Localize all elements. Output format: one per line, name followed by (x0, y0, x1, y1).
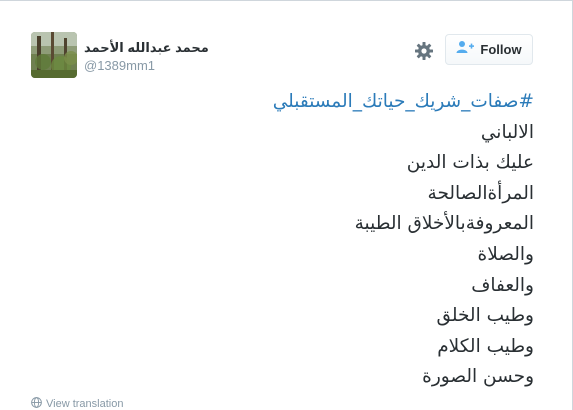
globe-icon (31, 397, 42, 410)
tweet-line: عليك بذات الدين (406, 152, 534, 174)
tweet-line: المرأةالصالحة (427, 182, 534, 204)
tweet-line: المعروفةبالأخلاق الطيبة (354, 213, 534, 235)
tweet-line: وطيب الكلام (437, 335, 534, 357)
hashtag-link[interactable]: #صفات_شريك_حياتك_المستقبلي (34, 87, 534, 118)
follow-label: Follow (480, 42, 522, 57)
gear-icon[interactable] (412, 39, 436, 63)
display-name[interactable]: محمد عبدالله الأحمد (84, 40, 209, 56)
follow-button[interactable]: Follow (445, 34, 533, 65)
view-translation-label: View translation (46, 398, 124, 410)
tweet-line: وطيب الخلق (436, 305, 534, 327)
tweet-card: محمد عبدالله الأحمد @1389mm1 Follow #صفا… (0, 0, 573, 410)
tweet-text: #صفات_شريك_حياتك_المستقبلي الالباني عليك… (34, 87, 534, 393)
follow-person-plus-icon (456, 40, 475, 59)
tweet-line: والصلاة (477, 243, 535, 265)
tweet-line: والعفاف (471, 274, 534, 296)
tweet-line: وحسن الصورة (422, 366, 534, 388)
avatar[interactable] (31, 32, 77, 78)
avatar-photo (31, 32, 77, 78)
username[interactable]: @1389mm1 (84, 58, 155, 73)
tweet-line: الالباني (480, 121, 534, 143)
view-translation-link[interactable]: View translation (31, 397, 123, 410)
